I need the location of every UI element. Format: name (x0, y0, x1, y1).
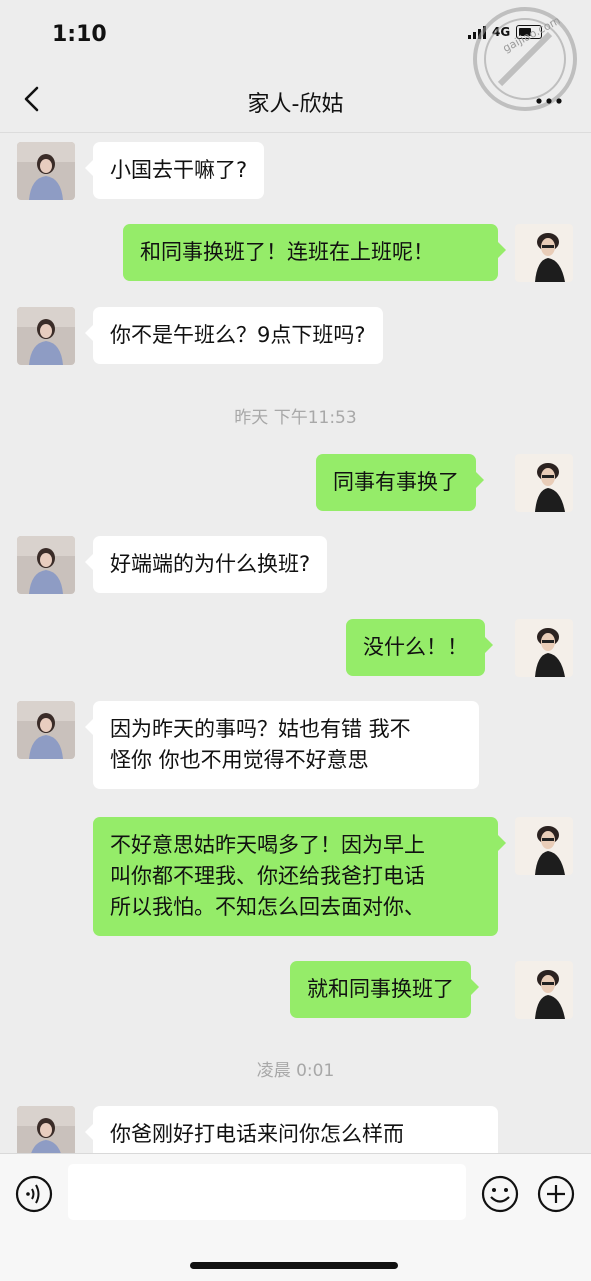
user-avatar[interactable] (515, 224, 573, 282)
chat-title: 家人-欣姑 (247, 92, 344, 117)
voice-icon[interactable] (14, 1174, 54, 1214)
plus-icon[interactable] (536, 1174, 576, 1214)
message-bubble-incoming[interactable]: 小国去干嘛了? (84, 142, 265, 199)
status-bar: 1:10 4G gaijiao.com (0, 0, 591, 111)
message-bubble-incoming[interactable]: 好端端的为什么换班? (84, 536, 328, 593)
contact-avatar[interactable] (17, 536, 75, 594)
user-avatar[interactable] (515, 619, 573, 677)
user-avatar[interactable] (515, 454, 573, 512)
user-avatar[interactable] (515, 961, 573, 1019)
message-bubble-outgoing[interactable]: 不好意思姑昨天喝多了！因为早上 叫你都不理我、你还给我爸打电话 所以我怕。不知怎… (93, 817, 506, 936)
message-timestamp: 凌晨 0:01 (256, 1061, 335, 1081)
status-time: 1:10 (52, 22, 107, 47)
message-list[interactable]: 小国去干嘛了? 和同事换班了！连班在上班呢！ 你不是午班么？9点下班吗? 昨天 … (0, 133, 591, 1153)
message-input[interactable] (68, 1164, 466, 1220)
message-bubble-incoming[interactable]: 因为昨天的事吗？姑也有错 我不 怪你 你也不用觉得不好意思 (85, 701, 479, 789)
emoji-icon[interactable] (480, 1174, 520, 1214)
message-bubble-outgoing[interactable]: 就和同事换班了 (290, 961, 479, 1018)
contact-avatar[interactable] (17, 307, 75, 365)
message-bubble-incoming[interactable]: 你不是午班么？9点下班吗? (85, 307, 383, 364)
ellipsis-icon[interactable] (534, 96, 564, 106)
input-bar (0, 1153, 591, 1281)
message-bubble-outgoing[interactable]: 和同事换班了！连班在上班呢！ (123, 224, 506, 281)
user-avatar[interactable] (515, 817, 573, 875)
message-timestamp: 昨天 下午11:53 (234, 408, 357, 428)
contact-avatar[interactable] (17, 701, 75, 759)
message-bubble-incoming[interactable]: 你爸刚好打电话来问你怎么样而 (85, 1106, 498, 1153)
message-bubble-outgoing[interactable]: 同事有事换了 (316, 454, 484, 511)
contact-avatar[interactable] (17, 142, 75, 200)
contact-avatar[interactable] (17, 1106, 75, 1153)
message-bubble-outgoing[interactable]: 没什么！！ (346, 619, 493, 676)
home-indicator[interactable] (190, 1262, 398, 1269)
chat-header: 家人-欣姑 (0, 70, 591, 132)
